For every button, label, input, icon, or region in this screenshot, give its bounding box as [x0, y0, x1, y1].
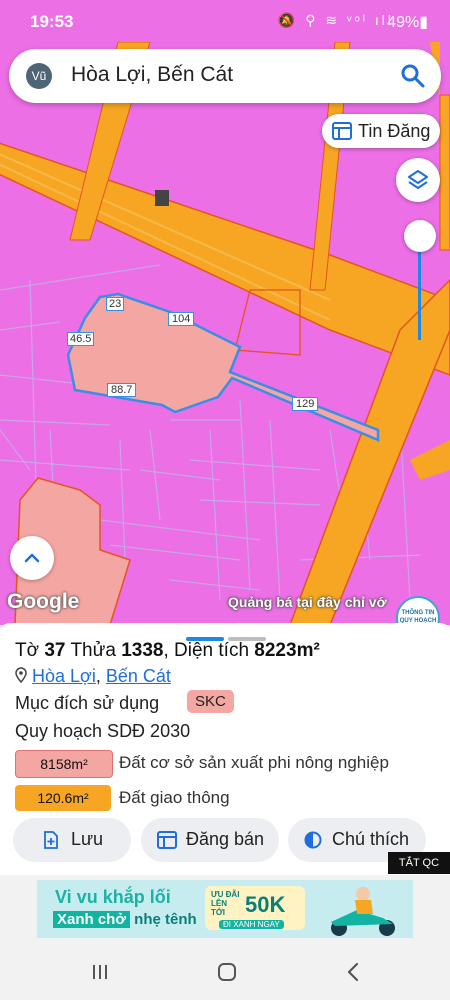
layers-button[interactable]	[396, 158, 440, 202]
plan-description: Đất cơ sở sản xuất phi nông nghiệp	[119, 753, 389, 772]
home-icon[interactable]	[217, 962, 237, 982]
post-sale-label: Đăng bán	[186, 829, 265, 849]
recents-icon[interactable]	[91, 963, 109, 981]
building-marker	[155, 190, 169, 206]
ward-link[interactable]: Hòa Lợi	[32, 666, 96, 686]
avatar[interactable]: Vũ	[26, 63, 52, 89]
promo-small-text: ƯU ĐÃI LÊN TỚI	[211, 890, 240, 917]
post-sale-button[interactable]: Đăng bán	[141, 818, 279, 862]
expand-up-button[interactable]	[10, 536, 54, 580]
plan-row: 8158m² Đất cơ sở sản xuất phi nông nghiệ…	[15, 750, 445, 778]
layers-icon	[408, 170, 428, 189]
ad-promo: ƯU ĐÃI LÊN TỚI 50K ĐI XANH NGAY	[205, 886, 305, 930]
plan-amount: 8158m²	[15, 750, 113, 778]
ad-banner[interactable]: Vi vu khắp lối Xanh chở nhẹ tênh ƯU ĐÃI …	[37, 880, 413, 938]
parcel-title: Tờ 37 Thửa 1338, Diện tích 8223m²	[15, 640, 320, 661]
edge-label: 23	[106, 297, 125, 311]
promo-cta: ĐI XANH NGAY	[219, 920, 284, 929]
edge-label: 46.5	[67, 332, 95, 346]
battery-indicator: 49%▮	[387, 14, 428, 31]
back-icon[interactable]	[346, 962, 360, 982]
map-ad-text[interactable]: Quảng bá tại đây chỉ vớ	[228, 594, 387, 610]
search-bar[interactable]: Vũ Hòa Lợi, Bến Cát	[9, 49, 441, 103]
parcel-location: Hòa Lợi, Bến Cát	[15, 666, 171, 687]
scooter-illustration	[331, 887, 395, 936]
plan-description: Đất giao thông	[119, 788, 230, 807]
add-file-icon	[44, 831, 58, 849]
edge-label: 104	[168, 312, 195, 326]
location-pin-icon	[15, 667, 27, 684]
ad-subline: Xanh chở nhẹ tênh	[53, 911, 197, 928]
save-label: Lưu	[71, 829, 104, 849]
clock: 19:53	[30, 12, 74, 31]
ad-headline: Vi vu khắp lối	[55, 887, 171, 907]
purpose-label: Mục đích sử dụng	[15, 693, 160, 713]
opacity-slider-handle[interactable]	[404, 220, 436, 252]
status-bar: 19:53 🔕 ⚲ ≋ ᵛᵒˡ ıll 49%▮	[0, 0, 450, 42]
system-nav-bar	[0, 944, 450, 1000]
purpose-code-badge: SKC	[187, 690, 234, 713]
tin-dang-button[interactable]: Tin Đăng	[322, 114, 440, 148]
chevron-up-icon	[24, 553, 40, 563]
google-logo: Google	[7, 590, 80, 613]
search-icon[interactable]	[399, 62, 427, 90]
promo-amount: 50K	[245, 892, 286, 917]
status-icons: 🔕 ⚲ ≋ ᵛᵒˡ ıll	[277, 12, 394, 28]
listing-icon	[157, 831, 177, 849]
parcel-info-sheet: Tờ 37 Thửa 1338, Diện tích 8223m² Hòa Lợ…	[0, 623, 450, 875]
half-circle-icon	[304, 831, 322, 849]
close-ad-button[interactable]: TẮT QC	[388, 852, 450, 874]
plan-amount: 120.6m²	[15, 785, 111, 811]
district-link[interactable]: Bến Cát	[106, 666, 171, 686]
plan-row: 120.6m² Đất giao thông	[15, 785, 445, 811]
listing-icon	[332, 122, 352, 140]
plan-label: Quy hoạch SDĐ 2030	[15, 721, 191, 741]
search-input[interactable]: Hòa Lợi, Bến Cát	[71, 63, 233, 87]
save-button[interactable]: Lưu	[13, 818, 131, 862]
tin-dang-label: Tin Đăng	[358, 121, 431, 141]
edge-label: 129	[292, 397, 319, 411]
edge-label: 88.7	[107, 383, 137, 397]
legend-label: Chú thích	[332, 829, 410, 849]
